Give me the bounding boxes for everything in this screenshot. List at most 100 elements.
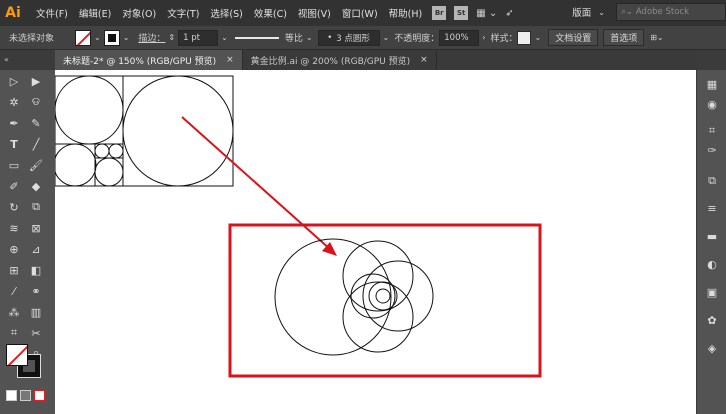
magic-wand-tool-icon[interactable]: ✲ <box>4 93 24 111</box>
layers-panel-icon[interactable]: ◈ <box>697 340 726 358</box>
stroke-panel-icon[interactable]: ≡ <box>697 200 726 218</box>
stroke-label[interactable]: 描边： <box>138 31 165 44</box>
circle-composition[interactable] <box>274 238 434 356</box>
color-guide-panel-icon[interactable]: ◉ <box>697 96 726 114</box>
graphic-style-swatch[interactable] <box>517 30 532 45</box>
bridge-button[interactable]: Br <box>432 6 447 20</box>
fill-chevron-icon[interactable]: ⌄ <box>94 33 101 42</box>
golden-ratio-grid <box>55 75 234 187</box>
panel-dock-header[interactable] <box>697 50 726 70</box>
tab-untitled-2[interactable]: 未标题-2* @ 150% (RGB/GPU 预览) × <box>55 50 243 70</box>
appearance-panel-icon[interactable]: ▣ <box>697 284 726 302</box>
brush-chevron-icon[interactable]: ⌄ <box>383 33 390 42</box>
menu-effect[interactable]: 效果(C) <box>254 6 287 20</box>
line-tool-icon[interactable]: ╱ <box>26 135 46 153</box>
tools-panel-header[interactable]: « <box>0 50 55 70</box>
grid-circle-small <box>55 143 97 187</box>
grid-circle-tiny <box>108 143 124 159</box>
graph-tool-icon[interactable]: ▥ <box>26 303 46 321</box>
menu-window[interactable]: 窗口(W) <box>342 6 378 20</box>
gradient-panel-icon[interactable]: ▬ <box>697 228 726 246</box>
menu-edit[interactable]: 编辑(E) <box>79 6 111 20</box>
gpu-performance-icon[interactable]: ➶ <box>505 8 513 19</box>
pen-tool-icon[interactable]: ✒ <box>4 114 24 132</box>
composition-circle-large <box>274 238 392 356</box>
stroke-weight-chevron-icon[interactable]: ⌄ <box>221 33 228 42</box>
transparency-panel-icon[interactable]: ◐ <box>697 256 726 274</box>
close-icon[interactable]: × <box>226 55 234 65</box>
composition-circle-tiny <box>375 288 391 304</box>
curvature-tool-icon[interactable]: ✎ <box>26 114 46 132</box>
control-bar: 未选择对象 ⌄ ⌄ 描边： ⇕ 1 pt ⌄ 等比 ⌄ • 3 点圆形 ⌄ 不透… <box>0 26 726 50</box>
free-transform-tool-icon[interactable]: ⊠ <box>26 219 46 237</box>
graphic-styles-panel-icon[interactable]: ✿ <box>697 312 726 330</box>
menu-help[interactable]: 帮助(H) <box>389 6 423 20</box>
workspace-switcher[interactable]: 版面 <box>572 5 591 19</box>
grid-outer-rect[interactable] <box>55 75 234 187</box>
document-setup-button[interactable]: 文档设置 <box>548 29 599 46</box>
shape-builder-tool-icon[interactable]: ⊕ <box>4 240 24 258</box>
menu-file[interactable]: 文件(F) <box>36 6 68 20</box>
stroke-weight-field[interactable]: 1 pt <box>178 29 219 46</box>
stock-search-input[interactable]: ⌕⌄ Adobe Stock <box>616 3 726 21</box>
rectangle-tool-icon[interactable]: ▭ <box>4 156 24 174</box>
paintbrush-tool-icon[interactable]: 🖌 <box>26 156 46 174</box>
stock-button[interactable]: St <box>454 6 469 20</box>
menu-type[interactable]: 文字(T) <box>167 6 199 20</box>
selection-tool-icon[interactable]: ▷ <box>4 72 24 90</box>
gradient-mode-icon[interactable] <box>20 390 31 401</box>
style-label: 样式： <box>490 34 518 44</box>
none-mode-icon[interactable] <box>34 390 45 401</box>
color-panel-icon[interactable]: ▦ <box>697 76 726 94</box>
stroke-weight-stepper-icon[interactable]: ⇕ <box>168 33 175 42</box>
lasso-tool-icon[interactable]: ଡ <box>26 93 46 111</box>
fill-stroke-control[interactable] <box>6 344 46 378</box>
grid-circle-xsmall <box>94 157 124 187</box>
profile-chevron-icon[interactable]: ⌄ <box>306 33 313 42</box>
opacity-field[interactable]: 100% <box>439 29 480 46</box>
shaper-tool-icon[interactable]: ✐ <box>4 177 24 195</box>
color-mode-icon[interactable] <box>6 390 17 401</box>
preferences-button[interactable]: 首选项 <box>603 29 645 46</box>
slice-tool-icon[interactable]: ✂ <box>26 324 46 342</box>
composition-circle <box>362 260 434 332</box>
variable-width-profile[interactable]: 等比 <box>234 31 303 44</box>
artboard-tool-icon[interactable]: ⌗ <box>4 324 24 342</box>
menu-select[interactable]: 选择(S) <box>210 6 242 20</box>
panel-dock: ▦ ◉ ⌗ ✑ ⧉ ≡ ▬ ◐ ▣ ✿ ◈ <box>696 50 726 414</box>
rotate-tool-icon[interactable]: ↻ <box>4 198 24 216</box>
style-chevron-icon[interactable]: ⌄ <box>534 33 541 42</box>
stroke-swatch[interactable] <box>103 29 120 46</box>
close-icon[interactable]: × <box>420 55 428 65</box>
eyedropper-tool-icon[interactable]: ⁄ <box>4 282 24 300</box>
blend-tool-icon[interactable]: ⚭ <box>26 282 46 300</box>
eraser-tool-icon[interactable]: ◆ <box>26 177 46 195</box>
menu-view[interactable]: 视图(V) <box>298 6 331 20</box>
brush-definition-field[interactable]: • 3 点圆形 <box>317 29 380 46</box>
arrange-icon[interactable]: ⊞⌄ <box>650 33 663 42</box>
color-modes <box>6 390 45 401</box>
brushes-panel-icon[interactable]: ✑ <box>697 142 726 160</box>
fill-swatch[interactable] <box>75 29 91 46</box>
menu-object[interactable]: 对象(O) <box>122 6 156 20</box>
width-tool-icon[interactable]: ≋ <box>4 219 24 237</box>
fill-color-box[interactable] <box>6 344 28 366</box>
chevron-down-icon[interactable]: ⌄ <box>598 8 605 17</box>
highlight-rectangle[interactable] <box>228 223 542 378</box>
type-tool-icon[interactable]: T <box>4 135 24 153</box>
arrange-documents-icon[interactable]: ▦ ⌄ <box>476 8 497 19</box>
scale-tool-icon[interactable]: ⧉ <box>26 198 46 216</box>
swatches-panel-icon[interactable]: ⌗ <box>697 122 726 140</box>
artboard[interactable] <box>55 70 696 414</box>
direct-selection-tool-icon[interactable]: ▶ <box>26 72 46 90</box>
gradient-tool-icon[interactable]: ◧ <box>26 261 46 279</box>
grid-circle-tiny <box>94 143 110 159</box>
stroke-chevron-icon[interactable]: ⌄ <box>123 33 130 42</box>
perspective-tool-icon[interactable]: ⊿ <box>26 240 46 258</box>
mesh-tool-icon[interactable]: ⊞ <box>4 261 24 279</box>
canvas-area[interactable] <box>55 70 696 414</box>
symbols-panel-icon[interactable]: ⧉ <box>697 172 726 190</box>
opacity-arrow-icon[interactable]: › <box>482 33 485 42</box>
tab-golden-ratio[interactable]: 黄金比例.ai @ 200% (RGB/GPU 预览) × <box>243 50 437 70</box>
symbol-sprayer-tool-icon[interactable]: ⁂ <box>4 303 24 321</box>
